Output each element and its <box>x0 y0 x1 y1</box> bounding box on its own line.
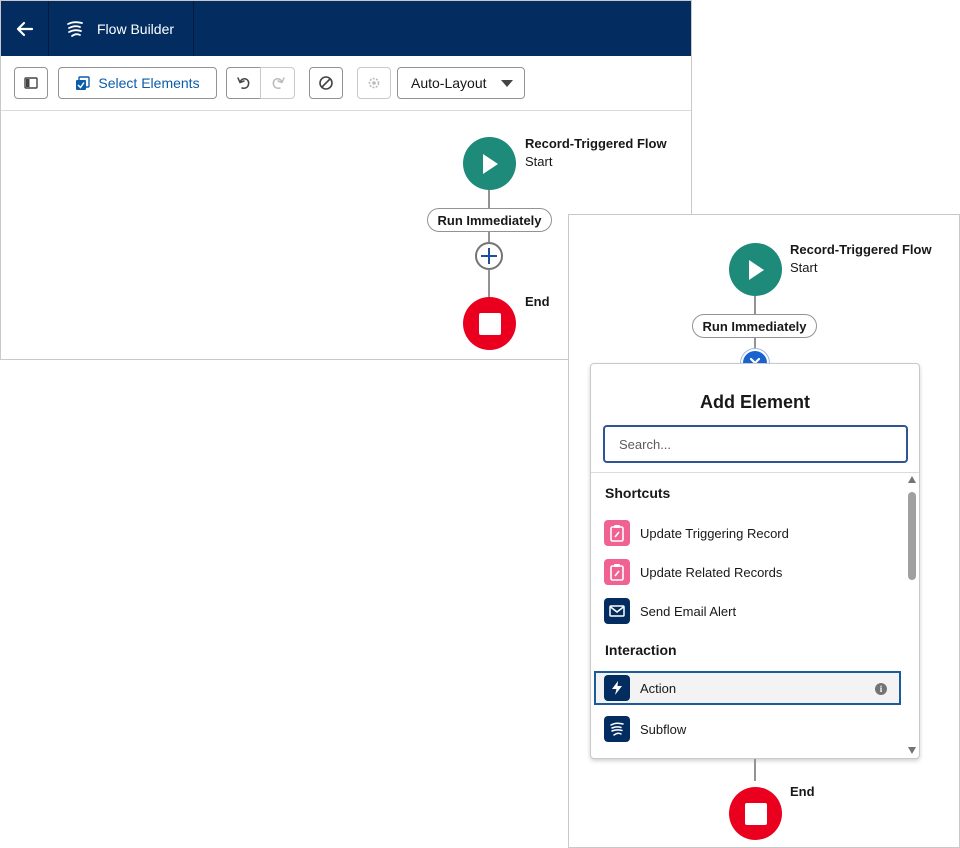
layout-mode-select[interactable]: Auto-Layout <box>397 67 525 99</box>
play-icon <box>482 153 498 174</box>
app-header: Flow Builder <box>1 1 691 56</box>
record-update-icon <box>604 520 630 546</box>
connector-line <box>754 296 756 314</box>
end-node-label: End <box>525 294 550 309</box>
scroll-down-icon[interactable] <box>908 747 916 754</box>
path-label[interactable]: Run Immediately <box>692 314 817 338</box>
gear-icon <box>368 77 380 89</box>
back-button[interactable] <box>1 1 49 56</box>
start-node-title: Record-Triggered Flow <box>790 242 932 257</box>
add-element-panel: Add Element Shortcuts Update Triggering … <box>590 363 920 759</box>
add-element-button[interactable] <box>475 242 503 270</box>
connector-line <box>754 759 756 781</box>
start-node-title: Record-Triggered Flow <box>525 136 667 151</box>
arrow-left-icon <box>16 21 33 36</box>
select-elements-button[interactable]: Select Elements <box>58 67 217 99</box>
list-item-subflow[interactable]: Subflow <box>594 712 901 746</box>
path-label[interactable]: Run Immediately <box>427 208 552 232</box>
settings-button[interactable] <box>357 67 391 99</box>
toggle-panel-button[interactable] <box>14 67 48 99</box>
layout-mode-label: Auto-Layout <box>411 75 487 91</box>
lightning-icon <box>604 675 630 701</box>
list-item-label: Update Triggering Record <box>640 525 789 541</box>
undo-button[interactable] <box>226 67 261 99</box>
flow-icon <box>604 716 630 742</box>
ban-icon <box>319 76 333 90</box>
list-item-label: Send Email Alert <box>640 603 737 619</box>
app-tab: Flow Builder <box>49 1 194 56</box>
undo-icon <box>236 77 249 89</box>
list-item-label: Update Related Records <box>640 564 783 580</box>
play-icon <box>748 259 764 280</box>
list-item-action[interactable]: Action i <box>594 671 901 705</box>
connector-line <box>488 270 490 297</box>
scroll-up-icon[interactable] <box>908 476 916 483</box>
add-element-window: Record-Triggered Flow Start Run Immediat… <box>568 214 960 848</box>
connector-line <box>488 190 490 208</box>
redo-button[interactable] <box>260 67 295 99</box>
list-item-label: Subflow <box>640 721 687 737</box>
start-node-subtitle: Start <box>525 154 553 169</box>
search-input[interactable] <box>603 425 908 463</box>
flow-icon <box>67 20 83 37</box>
end-node-label: End <box>790 784 815 799</box>
list-item-send-email-alert[interactable]: Send Email Alert <box>594 594 901 628</box>
record-update-icon <box>604 559 630 585</box>
email-icon <box>604 598 630 624</box>
scrollbar-thumb[interactable] <box>908 492 916 580</box>
panel-title: Add Element <box>699 392 810 412</box>
stop-icon <box>744 802 767 825</box>
select-icon <box>76 75 91 90</box>
plus-icon <box>481 248 497 264</box>
clear-button[interactable] <box>309 67 343 99</box>
start-node[interactable] <box>463 137 516 190</box>
info-icon[interactable]: i <box>875 683 887 695</box>
end-node[interactable] <box>729 787 782 840</box>
section-heading-shortcuts: Shortcuts <box>605 485 671 501</box>
scrollbar[interactable] <box>907 476 917 754</box>
connector-line <box>488 232 490 242</box>
chevron-down-icon <box>501 80 513 87</box>
app-title: Flow Builder <box>97 20 175 37</box>
redo-icon <box>272 77 285 89</box>
list-item-label: Action <box>640 680 677 696</box>
toolbar: Select Elements Auto-Layout <box>1 56 691 111</box>
list-item-update-triggering-record[interactable]: Update Triggering Record <box>594 516 901 550</box>
stop-icon <box>478 312 501 335</box>
section-heading-interaction: Interaction <box>605 642 677 658</box>
start-node-subtitle: Start <box>790 260 818 275</box>
panel-icon <box>24 77 38 89</box>
end-node[interactable] <box>463 297 516 350</box>
start-node[interactable] <box>729 243 782 296</box>
list-item-update-related-records[interactable]: Update Related Records <box>594 555 901 589</box>
select-elements-label: Select Elements <box>98 75 200 91</box>
divider <box>591 472 919 473</box>
